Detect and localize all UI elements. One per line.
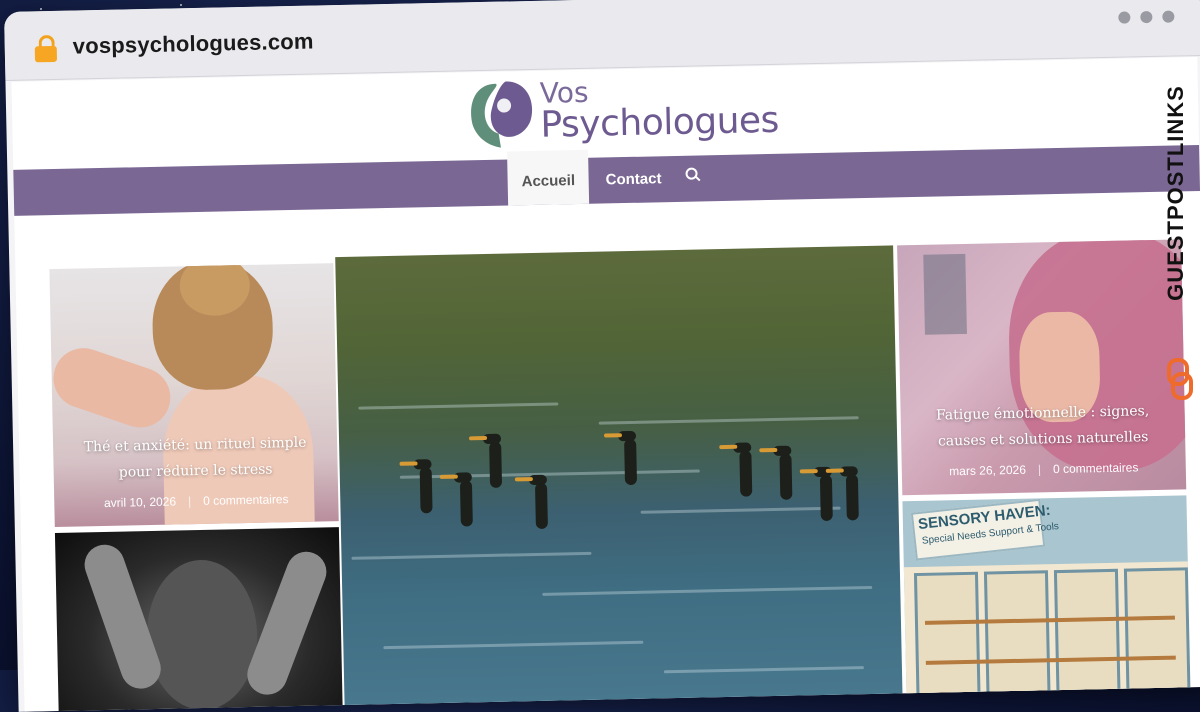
url-text[interactable]: vospsychologues.com bbox=[72, 29, 313, 60]
page-content: Vos Psychologues Accueil Contact Thé et … bbox=[11, 57, 1200, 712]
post-card-dark-portrait[interactable] bbox=[54, 527, 344, 712]
post-image bbox=[923, 253, 967, 335]
lock-icon bbox=[34, 34, 58, 63]
window-dot-icon[interactable] bbox=[1118, 11, 1131, 24]
post-image bbox=[399, 459, 433, 514]
post-date: mars 26, 2026 bbox=[949, 462, 1027, 479]
window-dot-icon[interactable] bbox=[1162, 10, 1175, 23]
post-image bbox=[983, 570, 1051, 712]
post-date: avril 10, 2026 bbox=[103, 494, 177, 511]
post-image bbox=[799, 466, 833, 522]
featured-post-card[interactable] bbox=[335, 245, 903, 712]
post-image bbox=[439, 472, 473, 527]
nav-item-contact[interactable]: Contact bbox=[591, 156, 676, 204]
post-image bbox=[1053, 568, 1121, 712]
site-logo[interactable]: Vos Psychologues bbox=[465, 70, 779, 152]
nav-item-accueil[interactable]: Accueil bbox=[507, 149, 590, 206]
post-image bbox=[468, 433, 503, 488]
store-sign: SENSORY HAVEN: Special Needs Support & T… bbox=[910, 498, 1059, 561]
search-icon[interactable] bbox=[685, 167, 701, 182]
post-image bbox=[145, 558, 259, 712]
post-card-emotional-fatigue[interactable]: Fatigue émotionnelle : signes, causes et… bbox=[897, 239, 1187, 496]
window-controls bbox=[1108, 9, 1175, 28]
post-card-tea-anxiety[interactable]: Thé et anxiété: un rituel simple pour ré… bbox=[49, 263, 339, 528]
post-image bbox=[825, 466, 859, 521]
logo-text-psychologues: Psychologues bbox=[540, 99, 780, 146]
window-dot-icon[interactable] bbox=[1140, 10, 1153, 24]
post-card-sensory-haven[interactable]: SENSORY HAVEN: Special Needs Support & T… bbox=[902, 495, 1191, 712]
post-image bbox=[1123, 567, 1191, 712]
post-image bbox=[759, 445, 793, 500]
link-chain-icon bbox=[1167, 358, 1193, 400]
post-title[interactable]: Fatigue émotionnelle : signes, causes et… bbox=[916, 398, 1169, 455]
post-comments[interactable]: 0 commentaires bbox=[1053, 460, 1139, 476]
post-image bbox=[514, 474, 548, 529]
post-image bbox=[719, 442, 753, 497]
main-navigation: Accueil Contact bbox=[13, 145, 1200, 216]
post-title[interactable]: Thé et anxiété: un rituel simple pour ré… bbox=[69, 429, 322, 486]
post-image bbox=[913, 571, 981, 712]
watermark-text: GUESTPOSTLINKS bbox=[1163, 85, 1188, 301]
logo-speech-bubble-icon bbox=[471, 81, 533, 148]
post-comments[interactable]: 0 commentaires bbox=[203, 492, 289, 508]
post-image bbox=[603, 430, 638, 486]
guestpostlinks-watermark: GUESTPOSTLINKS bbox=[1163, 58, 1193, 400]
browser-window: vospsychologues.com Vos Psychologues Acc… bbox=[4, 0, 1200, 712]
